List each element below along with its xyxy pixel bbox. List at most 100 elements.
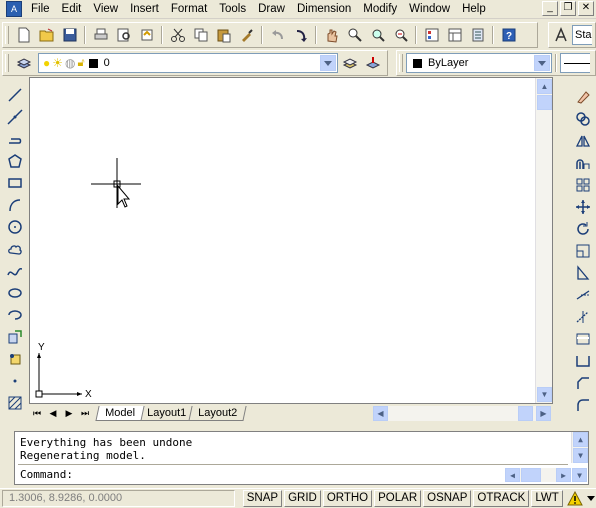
layer-viewport-icon[interactable]: ◍ bbox=[65, 56, 75, 70]
pan-icon[interactable] bbox=[320, 24, 343, 46]
menu-file[interactable]: File bbox=[26, 0, 57, 18]
mirror-icon[interactable] bbox=[572, 130, 594, 152]
restore-button[interactable]: ❐ bbox=[560, 1, 576, 16]
undo-icon[interactable] bbox=[266, 24, 289, 46]
rotate-icon[interactable] bbox=[572, 218, 594, 240]
minimize-button[interactable]: _ bbox=[542, 1, 558, 16]
scroll-right-icon[interactable]: ▶ bbox=[536, 406, 551, 421]
scroll-left-icon[interactable]: ◀ bbox=[373, 406, 388, 421]
copy-icon[interactable] bbox=[189, 24, 212, 46]
properties-icon[interactable] bbox=[420, 24, 443, 46]
array-icon[interactable] bbox=[572, 174, 594, 196]
insert-block-icon[interactable] bbox=[4, 326, 26, 348]
chevron-down-icon[interactable] bbox=[534, 55, 550, 71]
line-icon[interactable] bbox=[4, 84, 26, 106]
ellipse-arc-icon[interactable] bbox=[4, 304, 26, 326]
linetype-dropdown-partial[interactable] bbox=[560, 53, 590, 73]
break-icon[interactable] bbox=[572, 328, 594, 350]
save-icon[interactable] bbox=[58, 24, 81, 46]
scroll-down-icon[interactable]: ▼ bbox=[537, 387, 552, 402]
layer-previous-icon[interactable] bbox=[361, 52, 384, 74]
design-center-icon[interactable] bbox=[443, 24, 466, 46]
otrack-toggle[interactable]: OTRACK bbox=[473, 490, 530, 507]
polyline-icon[interactable] bbox=[4, 128, 26, 150]
app-icon[interactable]: A bbox=[6, 1, 22, 17]
command-prompt[interactable]: Command: bbox=[20, 468, 73, 481]
paste-icon[interactable] bbox=[212, 24, 235, 46]
layer-lock-icon[interactable]: 🔓︎ bbox=[78, 57, 85, 70]
color-dropdown[interactable]: ByLayer bbox=[406, 53, 552, 73]
offset-icon[interactable] bbox=[572, 152, 594, 174]
lwt-toggle[interactable]: LWT bbox=[531, 490, 563, 507]
toolbar-grip[interactable] bbox=[5, 26, 9, 44]
vertical-scrollbar[interactable]: ▲ ▼ bbox=[535, 78, 552, 403]
menu-edit[interactable]: Edit bbox=[57, 0, 89, 18]
make-object-layer-current-icon[interactable] bbox=[338, 52, 361, 74]
redo-icon[interactable] bbox=[289, 24, 312, 46]
scroll-up-icon[interactable]: ▲ bbox=[573, 432, 588, 447]
scroll-up-icon[interactable]: ▲ bbox=[537, 79, 552, 94]
layer-dropdown[interactable]: ● ☀ ◍ 🔓︎ 0 bbox=[38, 53, 338, 73]
command-h-scrollbar[interactable]: ◀ ▶ bbox=[505, 468, 571, 482]
text-style-icon[interactable] bbox=[549, 24, 572, 46]
zoom-window-icon[interactable] bbox=[366, 24, 389, 46]
cut-icon[interactable] bbox=[166, 24, 189, 46]
point-icon[interactable] bbox=[4, 370, 26, 392]
zoom-previous-icon[interactable] bbox=[389, 24, 412, 46]
communication-center-icon[interactable] bbox=[566, 490, 584, 507]
join-icon[interactable] bbox=[572, 350, 594, 372]
snap-toggle[interactable]: SNAP bbox=[242, 490, 283, 507]
drawing-canvas[interactable]: Y X ▲ ▼ bbox=[29, 77, 553, 404]
close-button[interactable]: ✕ bbox=[578, 1, 594, 16]
command-history-scrollbar[interactable]: ▲ ▼ bbox=[571, 432, 588, 463]
fillet-icon[interactable] bbox=[572, 394, 594, 416]
status-menu-chevron-icon[interactable] bbox=[586, 494, 596, 504]
grid-toggle[interactable]: GRID bbox=[284, 490, 321, 507]
stretch-icon[interactable] bbox=[572, 262, 594, 284]
command-window[interactable]: Everything has been undone Regenerating … bbox=[14, 431, 589, 485]
spline-icon[interactable] bbox=[4, 260, 26, 282]
chevron-down-icon[interactable] bbox=[320, 55, 336, 71]
layer-freeze-icon[interactable]: ☀ bbox=[52, 56, 63, 70]
menu-dimension[interactable]: Dimension bbox=[292, 0, 358, 18]
toolbar-grip[interactable] bbox=[399, 54, 403, 72]
tool-palettes-icon[interactable] bbox=[466, 24, 489, 46]
erase-icon[interactable] bbox=[572, 86, 594, 108]
next-tab-icon[interactable]: ▶ bbox=[61, 406, 77, 421]
copy-object-icon[interactable] bbox=[572, 108, 594, 130]
trim-icon[interactable] bbox=[572, 284, 594, 306]
menu-draw[interactable]: Draw bbox=[253, 0, 292, 18]
h-scroll-thumb[interactable] bbox=[521, 468, 541, 482]
match-properties-icon[interactable] bbox=[235, 24, 258, 46]
hatch-icon[interactable] bbox=[4, 392, 26, 414]
toolbar-grip[interactable] bbox=[5, 54, 9, 72]
arc-icon[interactable] bbox=[4, 194, 26, 216]
osnap-toggle[interactable]: OSNAP bbox=[423, 490, 472, 507]
construction-line-icon[interactable] bbox=[4, 106, 26, 128]
menu-format[interactable]: Format bbox=[166, 0, 214, 18]
extend-icon[interactable] bbox=[572, 306, 594, 328]
plot-icon[interactable] bbox=[89, 24, 112, 46]
revision-cloud-icon[interactable] bbox=[4, 238, 26, 260]
menu-modify[interactable]: Modify bbox=[358, 0, 404, 18]
last-tab-icon[interactable]: ⏭ bbox=[77, 406, 93, 421]
menu-help[interactable]: Help bbox=[457, 0, 493, 18]
zoom-realtime-icon[interactable] bbox=[343, 24, 366, 46]
tab-layout1[interactable]: Layout1 bbox=[137, 406, 196, 421]
layer-on-icon[interactable]: ● bbox=[43, 56, 50, 70]
menu-insert[interactable]: Insert bbox=[125, 0, 166, 18]
plot-preview-icon[interactable] bbox=[112, 24, 135, 46]
coordinate-readout[interactable]: 1.3006, 8.9286, 0.0000 bbox=[2, 490, 235, 507]
scale-icon[interactable] bbox=[572, 240, 594, 262]
scroll-left-icon[interactable]: ◀ bbox=[505, 468, 520, 482]
circle-icon[interactable] bbox=[4, 216, 26, 238]
make-block-icon[interactable] bbox=[4, 348, 26, 370]
polygon-icon[interactable] bbox=[4, 150, 26, 172]
tab-layout2[interactable]: Layout2 bbox=[188, 406, 247, 421]
scroll-down-icon[interactable]: ▼ bbox=[573, 448, 588, 463]
move-icon[interactable] bbox=[572, 196, 594, 218]
scroll-down-icon[interactable]: ▼ bbox=[572, 468, 587, 482]
polar-toggle[interactable]: POLAR bbox=[374, 490, 422, 507]
menu-tools[interactable]: Tools bbox=[214, 0, 253, 18]
ellipse-icon[interactable] bbox=[4, 282, 26, 304]
